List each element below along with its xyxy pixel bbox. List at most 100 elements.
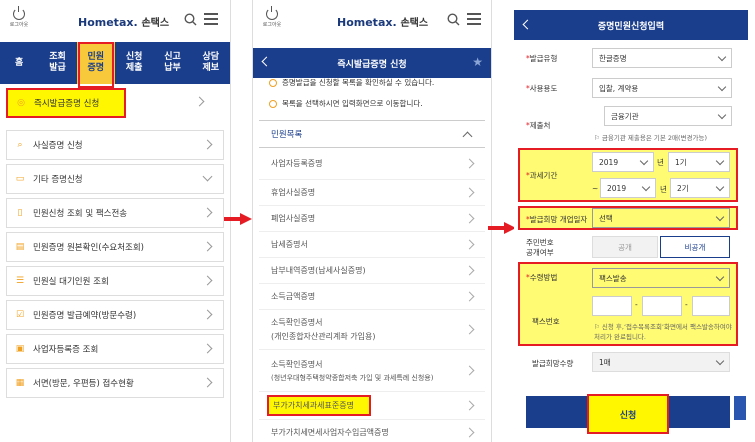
logo[interactable]: Hometax. 손택스: [78, 14, 169, 29]
hamburger-menu-icon[interactable]: [467, 13, 481, 25]
list-item[interactable]: 소득확인증명서 (청년우대형주택청약종합저축 가입 및 과세특례 신청용): [259, 350, 485, 392]
circle-bullet-icon: [269, 78, 277, 87]
nav-application[interactable]: 신청 제출: [115, 42, 153, 84]
hamburger-menu-icon[interactable]: [204, 13, 218, 25]
menu-item-fax[interactable]: ▯ 민원신청 조회 및 팩스전송: [6, 198, 224, 228]
chevron-right-icon: [202, 275, 213, 286]
list-item-label: 납세증명서: [271, 240, 308, 249]
from-term-select[interactable]: 1기: [668, 152, 730, 172]
submit-to-label: *제출처: [526, 121, 551, 130]
submit-button-label: 신청: [587, 394, 669, 434]
fax-part1-input[interactable]: [592, 296, 632, 316]
to-year-select[interactable]: 2019: [600, 178, 656, 198]
nav-counsel[interactable]: 상담 제보: [192, 42, 230, 84]
logout-label: 로그아웃: [9, 22, 29, 28]
nav-inquiry[interactable]: 조회 발급: [38, 42, 76, 84]
menu-item-biz-reg[interactable]: ▣ 사업자등록증 조회: [6, 334, 224, 364]
submit-to-note: ⚐ 금융기관 제출용은 기본 2매(변경가능): [594, 134, 708, 142]
chevron-right-icon: [464, 400, 475, 410]
fax-dash: -: [685, 300, 688, 309]
usage-select[interactable]: 입찰, 계약용: [592, 78, 732, 98]
open-date-label: *발급희망 개업일자: [526, 215, 588, 224]
circle-bullet-icon: [269, 99, 277, 108]
list-item[interactable]: 소득확인증명서 (개인종합자산관리계좌 가입용): [259, 310, 485, 350]
top-bar: 로그아웃 Hometax. 손택스: [253, 0, 491, 42]
form-title: 증명민원신청입력: [597, 21, 665, 32]
menu-item-fact-cert[interactable]: ⌕ 사실증명 신청: [6, 130, 224, 160]
rrn-label: 주민번호 공개여부: [526, 238, 554, 257]
chevron-right-icon: [202, 377, 213, 388]
menu-item-reserve[interactable]: ☑ 민원증명 발급예약(방문수령): [6, 300, 224, 330]
list-item[interactable]: 부가가치세면세사업자수입금액증명: [259, 420, 485, 442]
back-icon[interactable]: [522, 19, 533, 30]
chevron-down-icon: [639, 156, 649, 166]
list-item-label: 사업자등록증명: [271, 159, 323, 168]
document-check-icon: ▤: [15, 242, 25, 252]
to-term-select[interactable]: 2기: [670, 178, 730, 198]
search-icon[interactable]: [447, 13, 460, 26]
rrn-closed-toggle[interactable]: 비공개: [660, 236, 730, 258]
section-title: 민원목록: [271, 130, 303, 140]
menu-item-waiting[interactable]: ☰ 민원실 대기인원 조회: [6, 266, 224, 296]
submit-button[interactable]: 신청: [526, 394, 730, 434]
copies-value: 1매: [599, 357, 611, 367]
nav-report[interactable]: 신고 납부: [153, 42, 191, 84]
back-icon[interactable]: [261, 56, 272, 67]
list-item[interactable]: 납부내역증명(납세사실증명): [259, 258, 485, 284]
logo[interactable]: Hometax. 손택스: [337, 14, 428, 29]
note: 목록을 선택하시면 입력화면으로 이동합니다.: [253, 95, 491, 112]
power-icon: [266, 6, 278, 20]
search-icon[interactable]: [184, 13, 197, 26]
chevron-down-icon: [715, 212, 725, 222]
list-item[interactable]: 폐업사실증명: [259, 206, 485, 232]
list-item-vat-cert[interactable]: 부가가치세과세표준증명: [259, 392, 485, 420]
rrn-open-toggle[interactable]: 공개: [592, 236, 658, 258]
from-year-select[interactable]: 2019: [592, 152, 654, 172]
menu-item-written[interactable]: ▦ 서면(방문, 우편등) 접수현황: [6, 368, 224, 398]
menu-list: ◎ 즉시발급증명 신청 ⌕ 사실증명 신청 ▭ 기타 증명신청 ▯ 민원신청 조회 및 …: [0, 88, 230, 398]
submit-to-select[interactable]: 금융기관: [604, 106, 732, 126]
list-item[interactable]: 소득금액증명: [259, 284, 485, 310]
note-text: 증명발급을 신청할 목록을 확인하실 수 있습니다.: [282, 78, 435, 87]
issue-type-select[interactable]: 한글증명: [592, 48, 732, 68]
receive-select[interactable]: 팩스발송: [592, 268, 730, 288]
issue-type-value: 한글증명: [599, 53, 627, 63]
star-icon[interactable]: ★: [472, 55, 483, 69]
list-item-label: 소득확인증명서: [271, 359, 323, 369]
receive-value: 팩스발송: [599, 273, 627, 283]
nav-annotation-box: [78, 42, 114, 88]
list-item[interactable]: 사업자등록증명: [259, 148, 485, 180]
menu-item-instant-cert[interactable]: ◎ 즉시발급증명 신청: [6, 88, 126, 118]
fax-label: 팩스번호: [532, 317, 560, 326]
main-nav: 홈 조회 발급 민원 증명 신청 제출 신고 납부 상담 제보: [0, 42, 230, 84]
list-item[interactable]: 휴업사실증명: [259, 180, 485, 206]
scroll-top-button[interactable]: [734, 396, 746, 420]
from-term-value: 1기: [675, 157, 687, 167]
database-icon: ☰: [15, 276, 25, 286]
instant-cert-panel: 로그아웃 Hometax. 손택스 즉시발급증명 신청 ★ 증명발급을 신청할 목…: [252, 0, 492, 442]
page-header: 즉시발급증명 신청 ★: [253, 48, 491, 78]
menu-panel: 로그아웃 Hometax. 손택스 홈 조회 발급 민원 증명 신청 제출 신고…: [0, 0, 231, 442]
from-year-value: 2019: [599, 157, 619, 167]
menu-item-other-cert[interactable]: ▭ 기타 증명신청: [6, 164, 224, 194]
menu-item-original-check[interactable]: ▤ 민원증명 원본확인(수요처조회): [6, 232, 224, 262]
to-term-value: 2기: [677, 183, 689, 193]
fax-part3-input[interactable]: [692, 296, 730, 316]
section-header[interactable]: 민원목록: [259, 120, 485, 148]
to-year-unit: 년: [660, 185, 667, 194]
folder-icon: ▣: [15, 344, 25, 354]
nav-home[interactable]: 홈: [0, 42, 38, 84]
list-item[interactable]: 납세증명서: [259, 232, 485, 258]
checkbox-icon: ☑: [15, 310, 25, 320]
copies-select[interactable]: 1매: [592, 352, 730, 372]
chevron-down-icon: [715, 272, 725, 282]
monitor-icon: ▭: [15, 174, 25, 184]
logout-button[interactable]: 로그아웃: [261, 6, 283, 28]
application-form-panel: 증명민원신청입력 *발급유형 한글증명 *사용용도 입찰, 계약용 *제출처 금…: [514, 0, 748, 442]
open-date-select[interactable]: 선택: [592, 208, 730, 228]
fax-part2-input[interactable]: [642, 296, 682, 316]
chevron-right-icon: [194, 96, 205, 107]
logout-button[interactable]: 로그아웃: [8, 6, 30, 28]
chevron-down-icon: [715, 182, 725, 192]
note-text: 목록을 선택하시면 입력화면으로 이동합니다.: [282, 99, 423, 108]
